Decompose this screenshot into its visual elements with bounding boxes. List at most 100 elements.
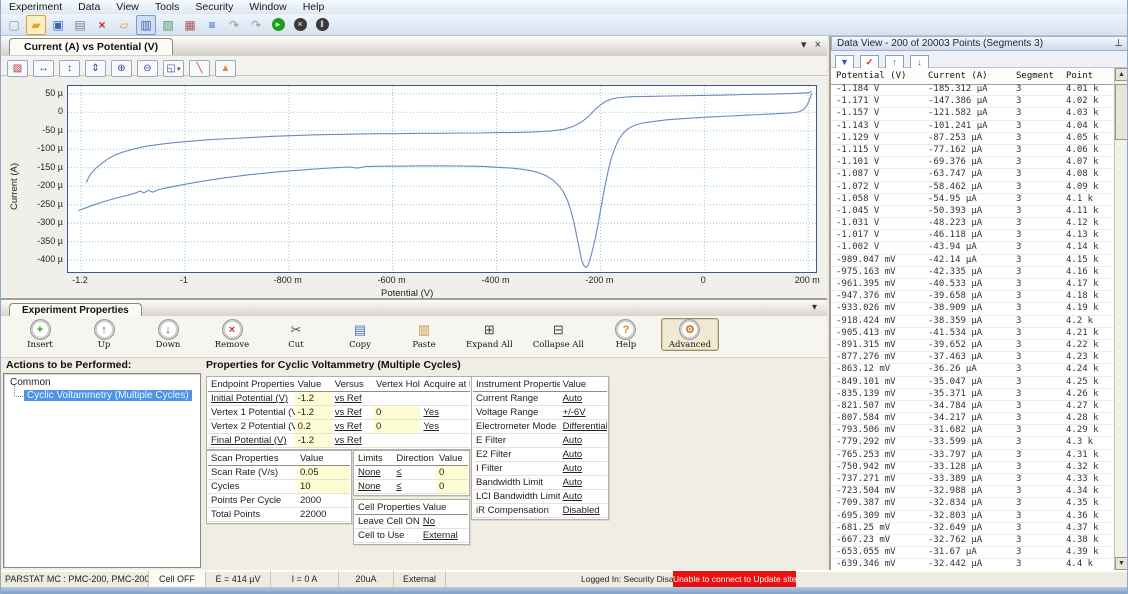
help-button[interactable]: ?Help [597, 318, 655, 351]
tab-current-vs-potential[interactable]: Current (A) vs Potential (V) [9, 38, 173, 55]
property-cell[interactable]: Auto [560, 476, 607, 490]
tab-experiment-properties[interactable]: Experiment Properties [9, 303, 142, 317]
table-row[interactable]: -1.101 V-69.376 µA34.07 k [831, 157, 1117, 169]
plot-area[interactable] [67, 85, 817, 273]
print-icon[interactable]: ▤ [70, 15, 90, 35]
table-row[interactable]: -1.017 V-46.118 µA34.13 k [831, 230, 1117, 242]
save-icon[interactable]: ▣ [48, 15, 68, 35]
property-cell[interactable]: -1.2 [295, 406, 332, 420]
paste-button[interactable]: ▥Paste [395, 318, 453, 351]
table-row[interactable]: -695.309 mV-32.803 µA34.36 k [831, 511, 1117, 523]
remove-button[interactable]: ×Remove [203, 318, 261, 351]
zoom-out-icon[interactable]: ⊖ [137, 60, 158, 77]
tree-item-cyclic-voltammetry[interactable]: Cyclic Voltammetry (Multiple Cycles) [24, 390, 192, 401]
table-row[interactable]: -989.047 mV-42.14 µA34.15 k [831, 255, 1117, 267]
table-row[interactable]: -877.276 mV-37.463 µA34.23 k [831, 352, 1117, 364]
table-row[interactable]: -1.184 V-185.312 µA34.01 k [831, 84, 1117, 96]
down-button[interactable]: ↓Down [139, 318, 197, 351]
scroll-thumb[interactable] [1115, 84, 1128, 140]
table-row[interactable]: -1.058 V-54.95 µA34.1 k [831, 194, 1117, 206]
collapse-all-button[interactable]: ⊟Collapse All [526, 318, 591, 351]
notebook-view-icon[interactable]: ▥ [136, 15, 156, 35]
table-row[interactable]: -863.12 mV-36.26 µA34.24 k [831, 364, 1117, 376]
undo-icon[interactable]: ↷ [224, 15, 244, 35]
table-row[interactable]: -975.163 mV-42.335 µA34.16 k [831, 267, 1117, 279]
new-document-icon[interactable]: ▢ [4, 15, 24, 35]
stop-icon[interactable]: × [290, 15, 310, 35]
table-row[interactable]: -1.031 V-48.223 µA34.12 k [831, 218, 1117, 230]
property-cell[interactable]: Auto [560, 392, 607, 406]
tree-item-common[interactable]: Common [10, 377, 200, 388]
property-cell[interactable]: +/-6V [560, 406, 607, 420]
table-row[interactable]: -737.271 mV-33.389 µA34.33 k [831, 474, 1117, 486]
property-cell[interactable]: 0.05 [297, 466, 350, 480]
property-cell[interactable]: None [355, 480, 393, 494]
property-cell[interactable]: Yes [420, 406, 470, 420]
menu-data[interactable]: Data [70, 1, 108, 13]
edit-folder-icon[interactable]: ▱ [114, 15, 134, 35]
properties-menu-icon[interactable]: ▾ [812, 302, 817, 313]
table-row[interactable]: -1.115 V-77.162 µA34.06 k [831, 145, 1117, 157]
menu-security[interactable]: Security [187, 1, 241, 13]
table-row[interactable]: -821.507 mV-34.784 µA34.27 k [831, 401, 1117, 413]
table-row[interactable]: -905.413 mV-41.534 µA34.21 k [831, 328, 1117, 340]
graph-view-icon[interactable]: ▧ [158, 15, 178, 35]
table-row[interactable]: -750.942 mV-33.128 µA34.32 k [831, 462, 1117, 474]
property-cell[interactable]: Auto [560, 462, 607, 476]
trace-select-icon[interactable]: ╲ [189, 60, 210, 77]
table-row[interactable]: -1.157 V-121.582 µA34.03 k [831, 108, 1117, 120]
property-cell[interactable]: Initial Potential (V) [208, 392, 295, 406]
menu-tools[interactable]: Tools [147, 1, 188, 13]
menu-experiment[interactable]: Experiment [1, 1, 70, 13]
scroll-up-icon[interactable]: ▲ [1115, 68, 1128, 81]
autoscale-both-icon[interactable]: ⇕ [85, 60, 106, 77]
list-view-icon[interactable]: ≡ [202, 15, 222, 35]
table-row[interactable]: -709.387 mV-32.834 µA34.35 k [831, 498, 1117, 510]
property-cell[interactable]: 0 [373, 406, 420, 420]
table-row[interactable]: -681.25 mV-32.649 µA34.37 k [831, 523, 1117, 535]
table-row[interactable]: -807.584 mV-34.217 µA34.28 k [831, 413, 1117, 425]
column-header[interactable]: Point [1061, 71, 1117, 81]
chart-properties-icon[interactable]: ▧ [7, 60, 28, 77]
property-cell[interactable]: ≤ [393, 480, 436, 494]
delete-icon[interactable]: × [92, 15, 112, 35]
open-file-icon[interactable]: ▰ [26, 15, 46, 35]
table-row[interactable]: -933.026 mV-38.909 µA34.19 k [831, 303, 1117, 315]
property-cell[interactable]: Auto [560, 448, 607, 462]
property-cell[interactable]: No [420, 515, 468, 529]
table-row[interactable]: -835.139 mV-35.371 µA34.26 k [831, 389, 1117, 401]
column-header[interactable]: Current (A) [923, 71, 1011, 81]
property-cell[interactable]: vs Ref [332, 420, 373, 434]
autoscale-y-icon[interactable]: ↕ [59, 60, 80, 77]
pin-icon[interactable]: ⊥ [1114, 37, 1123, 50]
table-row[interactable]: -918.424 mV-38.359 µA34.2 k [831, 316, 1117, 328]
property-cell[interactable]: Yes [420, 420, 470, 434]
pane-menu-icon[interactable]: ▾ [801, 39, 807, 51]
property-cell[interactable]: Disabled [560, 504, 607, 518]
insert-button[interactable]: +Insert [11, 318, 69, 351]
property-cell[interactable]: 0 [436, 466, 468, 480]
menu-view[interactable]: View [108, 1, 147, 13]
table-row[interactable]: -1.143 V-101.241 µA34.04 k [831, 121, 1117, 133]
property-cell[interactable]: None [355, 466, 393, 480]
menu-window[interactable]: Window [241, 1, 294, 13]
table-row[interactable]: -1.002 V-43.94 µA34.14 k [831, 242, 1117, 254]
table-row[interactable]: -723.504 mV-32.988 µA34.34 k [831, 486, 1117, 498]
menu-help[interactable]: Help [295, 1, 333, 13]
property-cell[interactable]: Auto [560, 490, 607, 504]
zoom-mode-icon[interactable]: ◱▾ [163, 60, 184, 77]
redo-icon[interactable]: ↷ [246, 15, 266, 35]
property-cell[interactable]: -1.2 [295, 392, 332, 406]
property-cell[interactable]: vs Ref [332, 406, 373, 420]
table-row[interactable]: -849.101 mV-35.047 µA34.25 k [831, 377, 1117, 389]
table-row[interactable]: -653.055 mV-31.67 µA34.39 k [831, 547, 1117, 559]
property-cell[interactable]: -1.2 [295, 434, 332, 448]
scroll-down-icon[interactable]: ▼ [1115, 557, 1128, 570]
property-cell[interactable]: Final Potential (V) [208, 434, 295, 448]
property-cell[interactable]: vs Ref [332, 392, 373, 406]
table-row[interactable]: -1.087 V-63.747 µA34.08 k [831, 169, 1117, 181]
zoom-in-icon[interactable]: ⊕ [111, 60, 132, 77]
table-row[interactable]: -1.045 V-50.393 µA34.11 k [831, 206, 1117, 218]
property-cell[interactable]: Differential [560, 420, 607, 434]
table-row[interactable]: -639.346 mV-32.442 µA34.4 k [831, 559, 1117, 570]
